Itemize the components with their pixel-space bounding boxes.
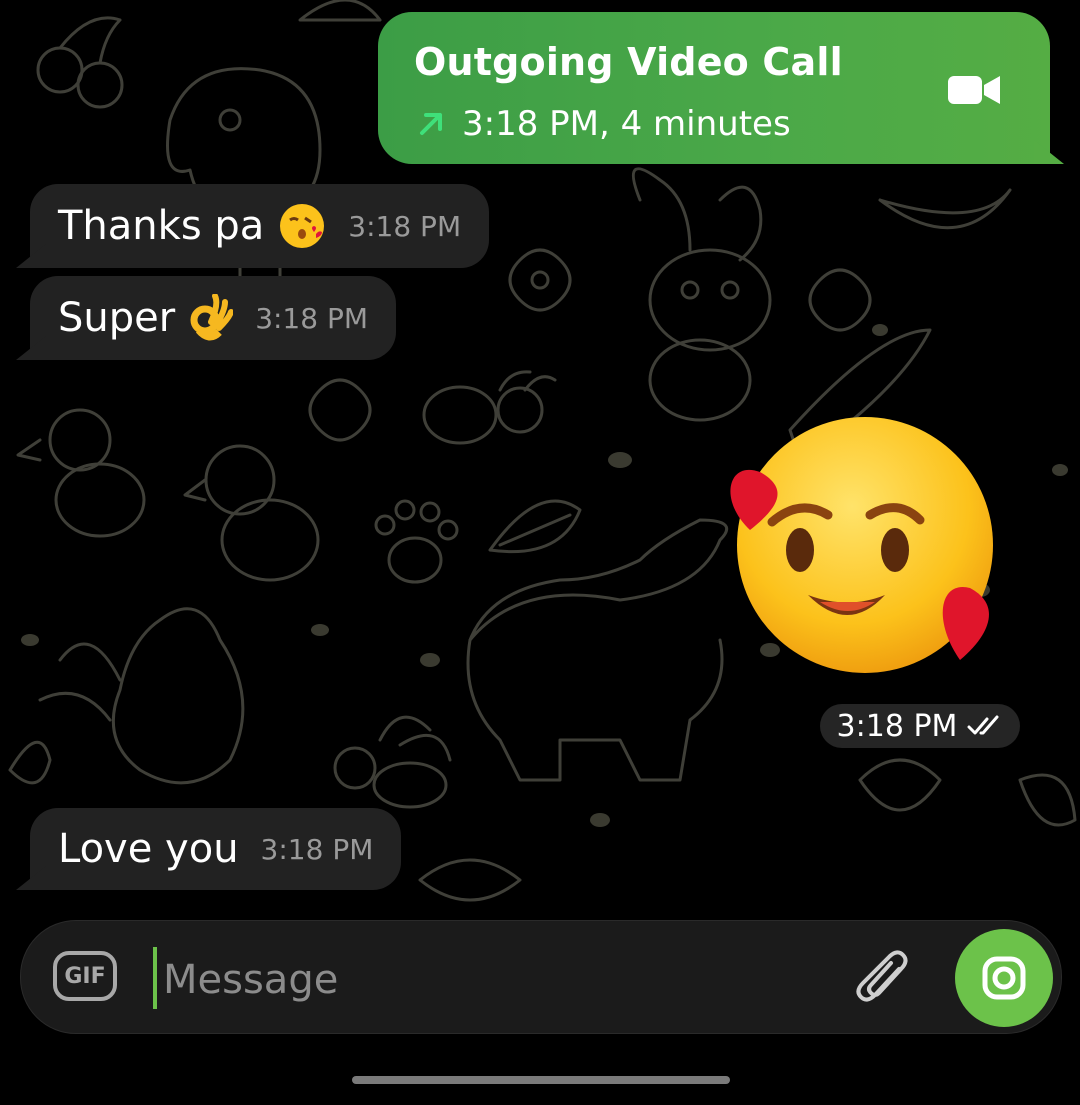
message-input[interactable] <box>161 951 815 1009</box>
smiling-face-with-hearts-sticker[interactable] <box>720 410 1010 680</box>
gif-button[interactable]: GIF <box>53 951 117 1001</box>
call-subtitle: 3:18 PM, 4 minutes <box>462 104 791 144</box>
incoming-message-bubble[interactable]: Super 3:18 PM <box>30 276 397 360</box>
message-time: 3:18 PM <box>348 209 462 243</box>
message-text: Love you <box>58 826 239 872</box>
video-camera-icon[interactable] <box>946 70 1002 110</box>
sticker-timestamp: 3:18 PM <box>820 704 1020 748</box>
message-text: Super <box>58 295 176 341</box>
arrow-up-right-icon <box>420 113 442 135</box>
outgoing-video-call-bubble[interactable]: Outgoing Video Call 3:18 PM, 4 minutes <box>378 12 1050 164</box>
message-composer: GIF <box>20 920 1062 1034</box>
text-caret <box>153 947 157 1009</box>
incoming-message-bubble[interactable]: Thanks pa 3:18 PM <box>30 184 490 268</box>
sticker-time: 3:18 PM <box>836 708 958 744</box>
message-time: 3:18 PM <box>255 301 369 335</box>
double-check-icon <box>967 715 999 735</box>
paperclip-icon[interactable] <box>853 947 913 1011</box>
incoming-message-bubble[interactable]: Love you 3:18 PM <box>30 808 402 890</box>
home-indicator[interactable] <box>352 1076 730 1084</box>
camera-button[interactable] <box>955 929 1053 1027</box>
kissing-heart-emoji <box>280 204 325 248</box>
call-details: 3:18 PM, 4 minutes <box>416 104 791 144</box>
camera-icon <box>982 956 1026 1000</box>
message-text: Thanks pa <box>58 203 265 249</box>
call-title: Outgoing Video Call <box>414 40 843 84</box>
message-time: 3:18 PM <box>260 832 374 866</box>
ok-hand-emoji <box>190 294 234 341</box>
